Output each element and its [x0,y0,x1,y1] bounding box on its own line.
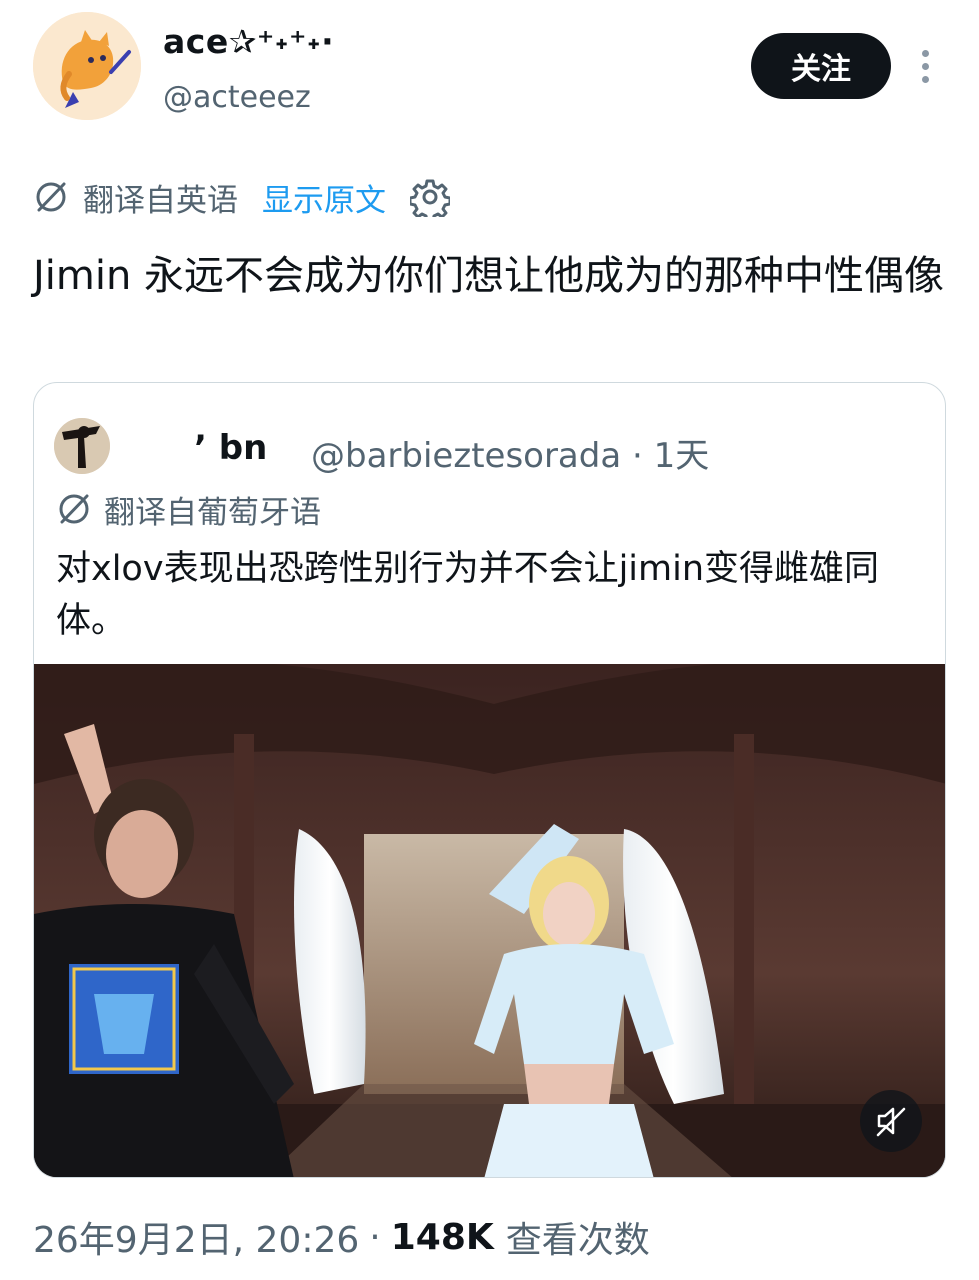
quoted-tweet[interactable]: ’ bn @barbieztesorada · 1天 翻译自葡萄牙语 对xlov… [33,382,946,1178]
quoted-avatar-illustration [54,418,110,474]
mute-icon[interactable] [860,1090,922,1152]
quoted-translation-label: 翻译自葡萄牙语 [104,494,321,531]
author-avatar[interactable] [33,12,141,120]
follow-button[interactable]: 关注 [751,33,891,99]
quoted-author-avatar[interactable] [54,418,110,474]
quoted-translation-bar: 翻译自葡萄牙语 [56,487,321,531]
video-frame [34,664,945,1177]
views-label: 查看次数 [505,1220,650,1261]
mute-speaker-glyph [876,1107,906,1137]
author-display-name[interactable]: ace✰⁺˖⁺˖· [163,22,334,61]
quoted-video[interactable] [34,664,945,1177]
footer-separator: · [369,1216,381,1258]
quoted-handle-time[interactable]: @barbieztesorada · 1天 [311,428,709,477]
gear-icon[interactable] [410,177,450,217]
translation-label: 翻译自英语 [83,182,238,219]
views-count[interactable]: 148K [391,1217,494,1258]
more-vertical-icon[interactable] [910,40,940,92]
translate-icon [59,494,89,524]
tweet-footer: 26年9月2日, 20:26 · 148K 查看次数 [33,1212,650,1262]
translate-icon [36,182,66,212]
tweet-timestamp[interactable]: 26年9月2日, 20:26 [33,1211,359,1263]
translation-bar: 翻译自英语 显示原文 [33,175,450,219]
tweet-detail: ace✰⁺˖⁺˖· @acteeez 关注 翻译自英语 显示原文 Jimin 永… [0,0,979,1280]
avatar-illustration [33,12,141,120]
quoted-tweet-text: 对xlov表现出恐跨性别行为并不会让jimin变得雌雄同体。 [56,549,880,641]
show-original-link[interactable]: 显示原文 [262,175,386,220]
quoted-display-name[interactable]: ’ bn [194,428,267,468]
tweet-text: Jimin 永远不会成为你们想让他成为的那种中性偶像 [33,253,945,299]
author-handle[interactable]: @acteeez [163,80,311,115]
